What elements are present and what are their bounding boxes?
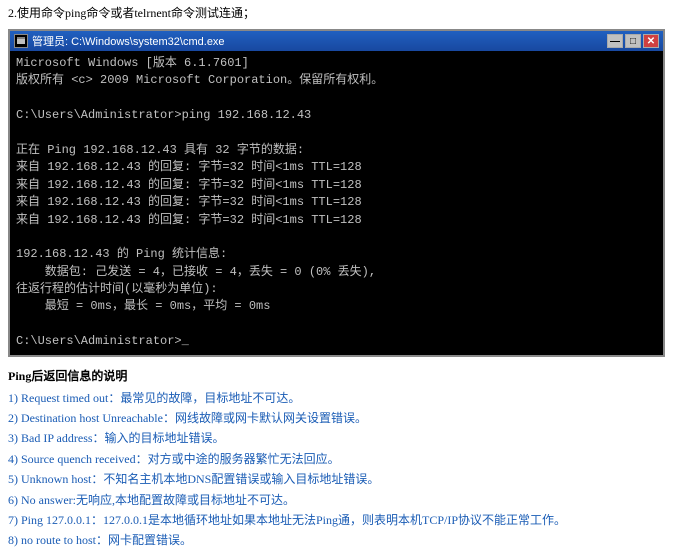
maximize-button[interactable]: □ (625, 34, 641, 48)
cmd-line-2: C:\Users\Administrator>ping 192.168.12.4… (16, 107, 657, 124)
cmd-line-9: 数据包: 己发送 = 4，已接收 = 4，丢失 = 0 (0% 丢失), (16, 264, 657, 281)
cmd-line-7: 来自 192.168.12.43 的回复: 字节=32 时间<1ms TTL=1… (16, 212, 657, 229)
cmd-line-3: 正在 Ping 192.168.12.43 具有 32 字节的数据: (16, 142, 657, 159)
titlebar-left: 管理员: C:\Windows\system32\cmd.exe (14, 33, 225, 49)
cmd-line-6: 来自 192.168.12.43 的回复: 字节=32 时间<1ms TTL=1… (16, 194, 657, 211)
ping-item-4: 4) Source quench received：对方或中途的服务器繁忙无法回… (8, 449, 665, 469)
cmd-line-blank-2 (16, 125, 657, 142)
instruction-text: 2.使用命令ping命令或者telrnent命令测试连通； (0, 0, 673, 25)
cmd-title-text: 管理员: C:\Windows\system32\cmd.exe (32, 33, 225, 49)
cmd-line-1: 版权所有 <c> 2009 Microsoft Corporation。保留所有… (16, 72, 657, 89)
cmd-line-8: 192.168.12.43 的 Ping 统计信息: (16, 246, 657, 263)
close-button[interactable]: ✕ (643, 34, 659, 48)
cmd-line-10: 往返行程的估计时间(以毫秒为单位): (16, 281, 657, 298)
cmd-line-blank-3 (16, 229, 657, 246)
cmd-line-4: 来自 192.168.12.43 的回复: 字节=32 时间<1ms TTL=1… (16, 159, 657, 176)
cmd-titlebar: 管理员: C:\Windows\system32\cmd.exe — □ ✕ (10, 31, 663, 51)
titlebar-buttons: — □ ✕ (607, 34, 659, 48)
ping-item-3: 3) Bad IP address：输入的目标地址错误。 (8, 428, 665, 448)
cmd-line-blank-4 (16, 316, 657, 333)
cmd-line-blank-1 (16, 90, 657, 107)
cmd-line-12: C:\Users\Administrator>_ (16, 333, 657, 350)
cmd-icon (14, 34, 28, 48)
cmd-line-0: Microsoft Windows [版本 6.1.7601] (16, 55, 657, 72)
cmd-body: Microsoft Windows [版本 6.1.7601] 版权所有 <c>… (10, 51, 663, 355)
ping-section-title: Ping后返回信息的说明 (8, 367, 665, 384)
cmd-window: 管理员: C:\Windows\system32\cmd.exe — □ ✕ M… (8, 29, 665, 357)
cmd-line-11: 最短 = 0ms，最长 = 0ms，平均 = 0ms (16, 298, 657, 315)
cmd-line-5: 来自 192.168.12.43 的回复: 字节=32 时间<1ms TTL=1… (16, 177, 657, 194)
ping-item-1: 1) Request timed out：最常见的故障，目标地址不可达。 (8, 388, 665, 408)
ping-item-7: 7) Ping 127.0.0.1：127.0.0.1是本地循环地址如果本地址无… (8, 510, 665, 530)
minimize-button[interactable]: — (607, 34, 623, 48)
below-cmd-section: Ping后返回信息的说明 1) Request timed out：最常见的故障… (0, 361, 673, 555)
ping-item-2: 2) Destination host Unreachable：网线故障或网卡默… (8, 408, 665, 428)
ping-item-8: 8) no route to host：网卡配置错误。 (8, 530, 665, 550)
ping-info-list: 1) Request timed out：最常见的故障，目标地址不可达。2) D… (8, 388, 665, 551)
ping-item-5: 5) Unknown host：不知名主机本地DNS配置错误或输入目标地址错误。 (8, 469, 665, 489)
